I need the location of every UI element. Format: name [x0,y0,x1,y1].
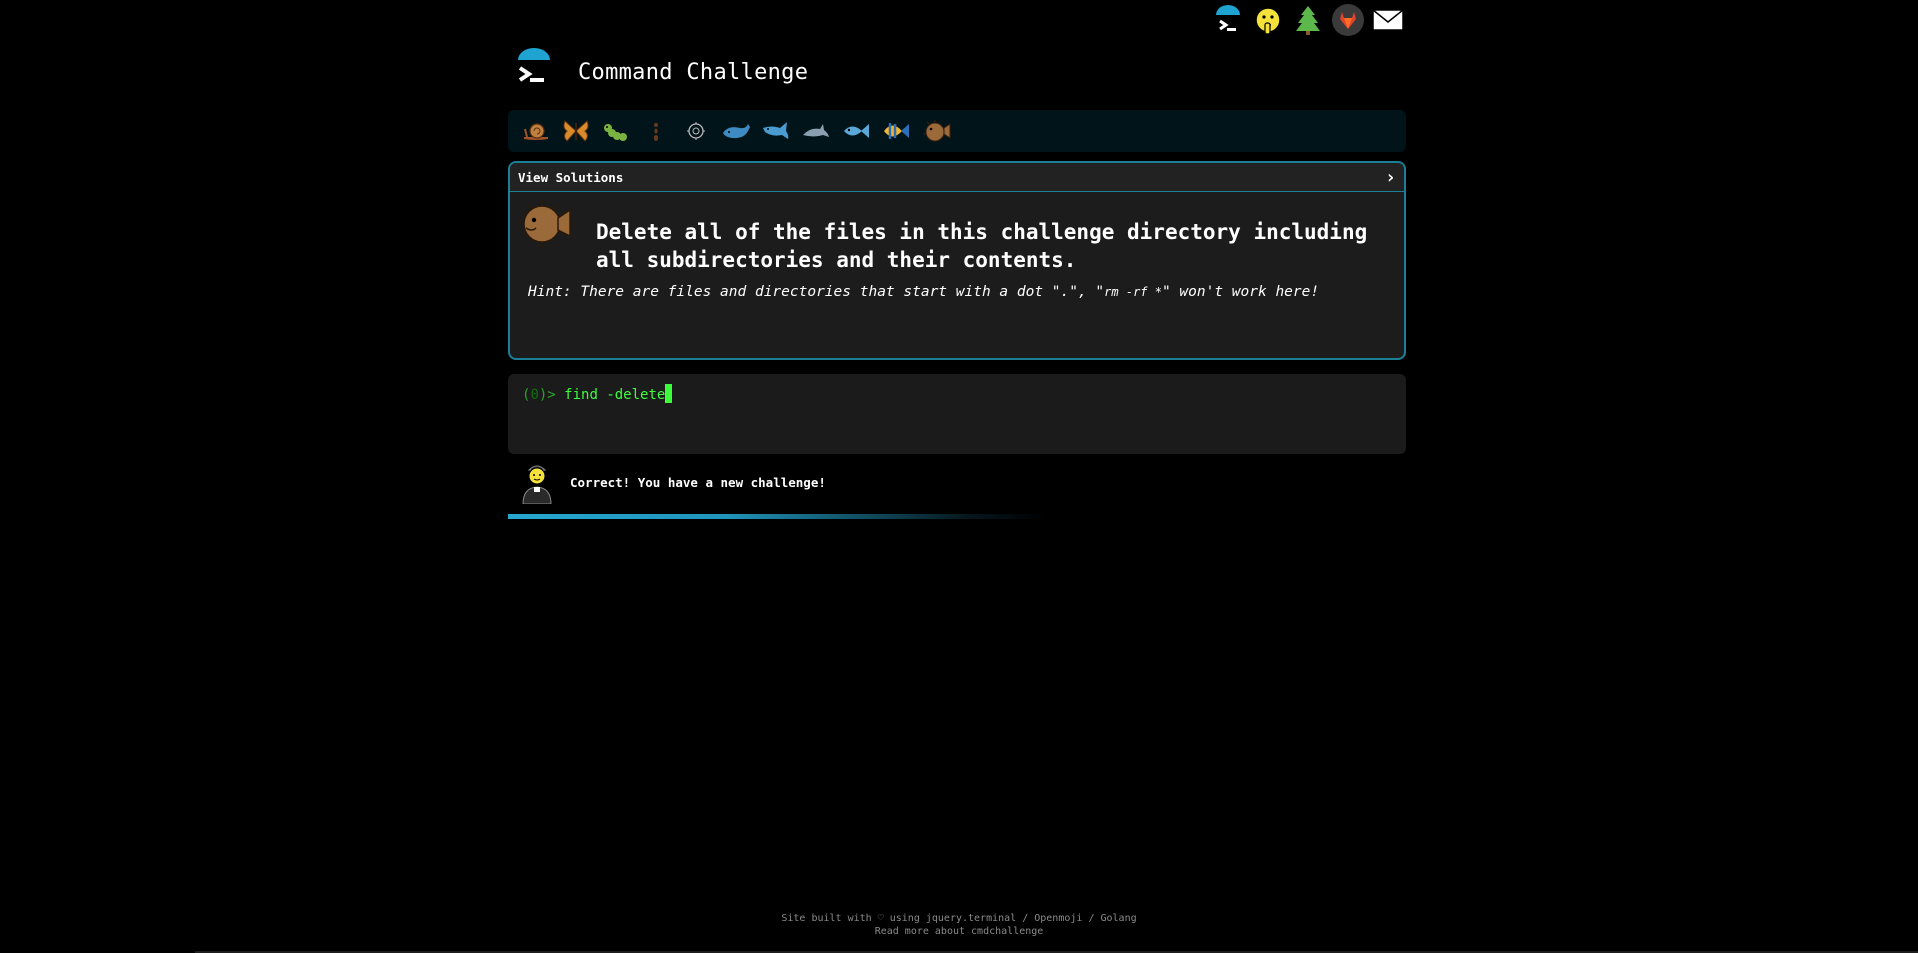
footer-link-golang[interactable]: Golang [1100,913,1136,924]
whale-icon[interactable] [716,115,756,147]
butterfly-icon[interactable] [556,115,596,147]
envelope-icon[interactable] [1370,2,1406,38]
hint-suffix: " won't work here! [1161,284,1320,300]
blowfish-icon [518,200,574,250]
footer-sep: / [1016,913,1035,924]
hint-code: rm -rf * [1104,285,1162,299]
terminal-logo-icon[interactable] [508,48,558,96]
gitlab-icon[interactable] [1330,2,1366,38]
prompt-exit-code: 0 [530,387,539,403]
challenge-hint: Hint: There are files and directories th… [528,284,1319,300]
top-icon-bar [1210,2,1406,38]
progress-fill [508,514,1047,519]
footer-line-2[interactable]: Read more about cmdchallenge [0,925,1918,938]
snail-icon[interactable] [516,115,556,147]
chevron-right-icon[interactable]: › [1385,167,1396,188]
prompt-close: )> [538,387,556,403]
status-text: Correct! You have a new challenge! [570,474,826,490]
tree-icon[interactable] [1290,2,1326,38]
terminal-command[interactable]: find -delete [564,387,665,403]
shark-icon[interactable] [756,115,796,147]
status-message: Correct! You have a new challenge! [520,460,826,505]
site-header: Command Challenge [508,48,808,96]
footer-read-more-link[interactable]: Read more about cmdchallenge [875,926,1044,937]
footer-sep: / [1082,913,1101,924]
footer: Site built with ♡ using jquery.terminal … [0,912,1918,938]
view-solutions-link[interactable]: View Solutions [518,170,623,185]
blowfish-icon[interactable] [916,115,956,147]
footer-line-1: Site built with ♡ using jquery.terminal … [0,912,1918,925]
site-title[interactable]: Command Challenge [578,60,808,85]
microbe-icon[interactable] [676,115,716,147]
ant-icon[interactable] [636,115,676,147]
footer-built-with: Site built with ♡ using [781,913,926,924]
terminal[interactable]: (0)> find -delete [508,374,1406,454]
progress-bar [508,514,1406,519]
dolphin-icon[interactable] [796,115,836,147]
fish-icon[interactable] [836,115,876,147]
challenge-panel: View Solutions › Delete all of the files… [508,161,1406,360]
footer-link-openmoji[interactable]: Openmoji [1034,913,1082,924]
caterpillar-icon[interactable] [596,115,636,147]
judge-avatar-icon [520,460,554,505]
hint-prefix: Hint: There are files and directories th… [528,284,1105,300]
level-bar [508,110,1406,152]
shushing-face-icon[interactable] [1250,2,1286,38]
footer-link-jquery[interactable]: jquery.terminal [926,913,1016,924]
terminal-umbrella-icon[interactable] [1210,2,1246,38]
challenge-description: Delete all of the files in this challeng… [596,220,1368,272]
terminal-cursor [665,384,673,403]
challenge-header[interactable]: View Solutions › [510,163,1404,192]
terminal-prompt: (0)> [522,387,556,403]
tropical-fish-icon[interactable] [876,115,916,147]
